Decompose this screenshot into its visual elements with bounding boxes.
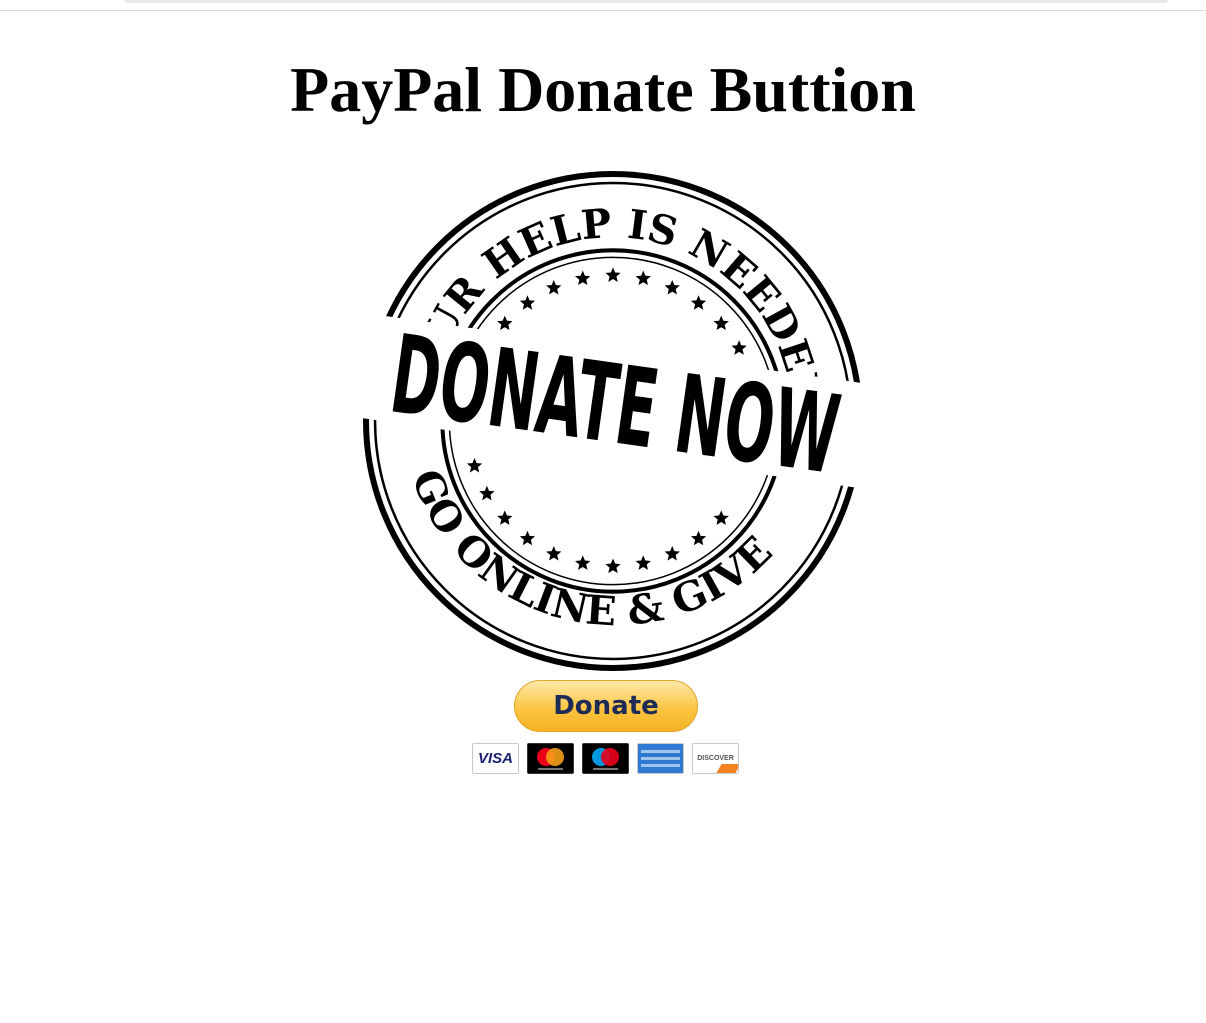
browser-top-edge (0, 0, 1206, 11)
stamp-star (519, 295, 536, 310)
stamp-star (605, 267, 621, 282)
donate-button[interactable]: Donate (514, 680, 698, 732)
stamp-star (731, 340, 747, 355)
stamp-star (546, 279, 562, 295)
stamp-star (635, 270, 651, 286)
stamp-star (466, 457, 483, 473)
stamp-star (635, 555, 651, 570)
mastercard-card-icon (527, 743, 574, 774)
payment-cards: VISA DISCOVER (472, 743, 739, 775)
discover-card-icon: DISCOVER (692, 743, 739, 774)
scroll-track (124, 0, 1168, 3)
stamp-star (713, 510, 729, 525)
stamp-star (519, 530, 536, 546)
stamp-star (690, 530, 707, 546)
stamp-star (575, 270, 591, 286)
stamp-star (546, 545, 562, 561)
donate-now-stamp-image: YOUR HELP IS NEEDED GO ONLINE & GIVE DON… (362, 171, 864, 671)
stamp-star (690, 295, 707, 310)
visa-label: VISA (477, 750, 513, 767)
stamp-star (664, 279, 680, 295)
stamp-star (605, 558, 621, 574)
visa-card-icon: VISA (472, 743, 519, 774)
stamp-star (664, 545, 680, 561)
stamp-star (575, 555, 591, 570)
stamp-star (479, 485, 495, 501)
maestro-card-icon (582, 743, 629, 774)
american-express-card-icon (637, 743, 684, 774)
stamp-star (497, 510, 513, 525)
stamp-star (713, 315, 729, 331)
page-title: PayPal Donate Buttion (290, 54, 916, 125)
